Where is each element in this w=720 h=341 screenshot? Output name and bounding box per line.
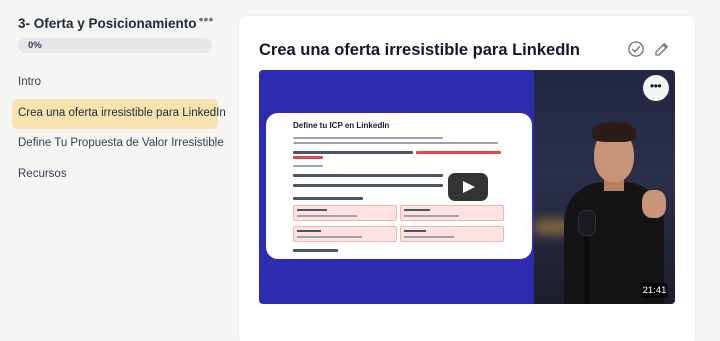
progress-label: 0% <box>28 40 42 51</box>
video-duration: 21:41 <box>641 283 668 298</box>
play-button[interactable] <box>448 173 488 201</box>
lesson-label: Define Tu Propuesta de Valor Irresistibl… <box>18 137 224 149</box>
play-icon <box>463 181 475 193</box>
slide-title: Define tu ICP en LinkedIn <box>293 121 390 130</box>
lesson-item[interactable]: Recursos <box>12 160 218 190</box>
microphone <box>578 210 596 236</box>
module-progress-bar: 0% <box>18 38 212 53</box>
module-header: 3- Oferta y Posicionamiento ••• <box>18 12 214 34</box>
lesson-title: Crea una oferta irresistible para Linked… <box>259 41 580 59</box>
pencil-icon[interactable] <box>653 40 671 58</box>
slide-text-line <box>293 142 498 144</box>
slide-box <box>293 205 397 221</box>
slide-text-line <box>293 184 443 187</box>
slide-box <box>400 205 504 221</box>
video-player[interactable]: Define tu ICP en LinkedIn ••• 21:41 <box>259 70 675 304</box>
slide-text-line <box>293 197 363 200</box>
lesson-label: Intro <box>18 76 42 88</box>
slide-text-line <box>293 174 443 177</box>
lesson-card: Crea una oferta irresistible para Linked… <box>239 16 695 341</box>
lesson-item[interactable]: Crea una oferta irresistible para Linked… <box>12 98 226 129</box>
video-menu-button[interactable]: ••• <box>643 75 669 101</box>
slide-box <box>400 226 504 242</box>
lesson-label: Recursos <box>18 167 67 180</box>
lesson-item[interactable]: Define Tu Propuesta de Valor Irresistibl… <box>12 129 224 159</box>
lesson-item[interactable]: Intro <box>12 68 218 98</box>
slide-text-line <box>293 165 323 167</box>
slide-text-line <box>293 151 413 154</box>
slide-highlight-line <box>293 156 323 159</box>
lesson-list: Intro Crea una oferta irresistible para L… <box>12 68 226 190</box>
lesson-label: Crea una oferta irresistible para Linked… <box>18 106 226 119</box>
slide-text-line <box>293 137 443 139</box>
presenter-hair <box>592 122 636 142</box>
more-horizontal-icon[interactable]: ••• <box>198 12 214 30</box>
slide-text-line <box>293 249 338 252</box>
module-title: 3- Oferta y Posicionamiento <box>18 16 197 31</box>
video-slide: Define tu ICP en LinkedIn <box>266 113 532 259</box>
presenter-video-feed <box>534 70 675 304</box>
more-horizontal-icon: ••• <box>650 79 662 93</box>
slide-box <box>293 226 397 242</box>
check-circle-icon[interactable] <box>627 40 645 58</box>
slide-highlight-line <box>416 151 501 154</box>
course-sidebar: 3- Oferta y Posicionamiento ••• 0% Intro… <box>0 0 228 341</box>
presenter-hand <box>642 190 666 218</box>
